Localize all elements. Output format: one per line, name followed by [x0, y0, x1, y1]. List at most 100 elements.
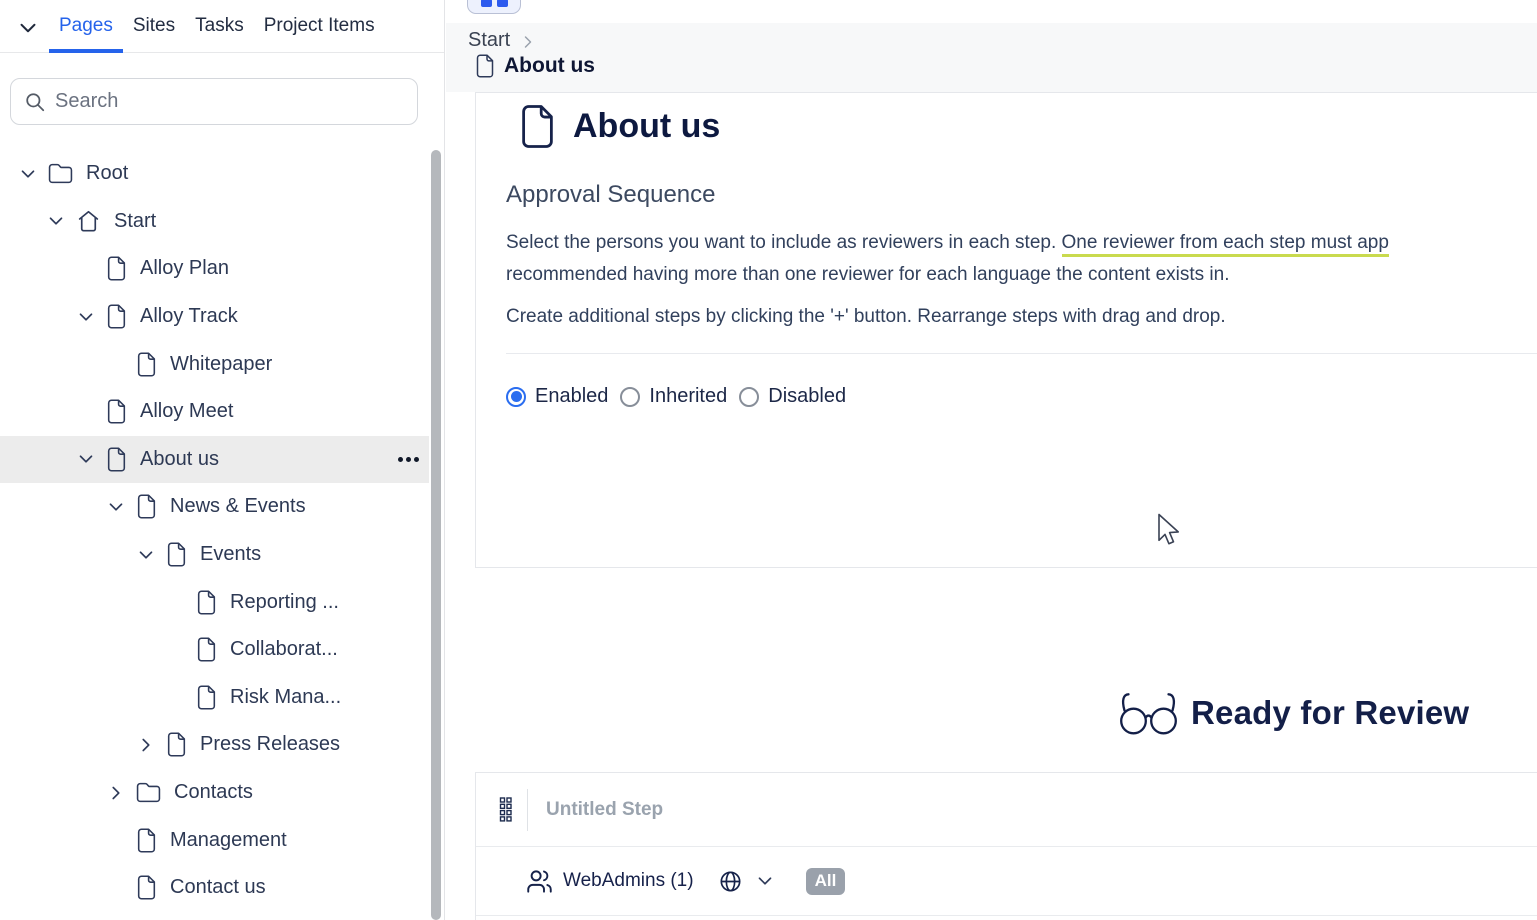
- description-highlighted-text: One reviewer from each step must app: [1062, 232, 1389, 257]
- tab-sites-label: Sites: [133, 15, 175, 37]
- tree-item-alloy-meet[interactable]: Alloy Meet: [0, 388, 429, 436]
- chevron-down-icon[interactable]: [74, 448, 98, 470]
- approval-mode-radio-group: Enabled Inherited Disabled: [506, 385, 846, 408]
- tree-item-label: Start: [114, 210, 156, 233]
- tree-item-events[interactable]: Events: [0, 531, 429, 579]
- tree-item-label: Root: [86, 162, 128, 185]
- chevron-down-icon[interactable]: [16, 163, 40, 185]
- divider: [506, 353, 1537, 354]
- page-icon: [166, 732, 187, 757]
- chevron-down-icon[interactable]: [44, 210, 68, 232]
- page-icon: [196, 637, 217, 662]
- chevron-down-icon[interactable]: [104, 496, 128, 518]
- page-icon: [106, 399, 127, 424]
- radio-disabled-label: Disabled: [768, 385, 846, 408]
- page-icon: [136, 352, 157, 377]
- tree-item-root[interactable]: Root: [0, 150, 429, 198]
- tab-project-items-label: Project Items: [264, 15, 375, 37]
- tree-item-whitepaper[interactable]: Whitepaper: [0, 340, 429, 388]
- breadcrumb-parent[interactable]: Start: [468, 29, 510, 52]
- breadcrumb-chevron-right-icon: [518, 32, 538, 52]
- radio-enabled[interactable]: [506, 387, 526, 407]
- tree-item-contact-us[interactable]: Contact us: [0, 864, 429, 912]
- breadcrumb-band: [446, 23, 1537, 92]
- tab-project-items[interactable]: Project Items: [254, 0, 385, 53]
- search-input[interactable]: [11, 79, 417, 124]
- language-badge: All: [806, 868, 846, 895]
- status-heading: Ready for Review: [1191, 694, 1469, 732]
- tab-tasks[interactable]: Tasks: [185, 0, 254, 53]
- page-icon: [106, 256, 127, 281]
- approval-step-card: WebAdmins (1) All: [475, 772, 1537, 920]
- tree-item-collaborate[interactable]: Collaborat...: [0, 626, 429, 674]
- description-text: Select the persons you want to include a…: [506, 232, 1062, 253]
- tree-item-reporting[interactable]: Reporting ...: [0, 578, 429, 626]
- tree-item-news-events[interactable]: News & Events: [0, 483, 429, 531]
- tab-pages-label: Pages: [59, 15, 113, 37]
- tree-item-risk-management[interactable]: Risk Mana...: [0, 674, 429, 722]
- tree-item-press-releases[interactable]: Press Releases: [0, 721, 429, 769]
- home-icon: [76, 209, 101, 233]
- folder-icon: [136, 782, 161, 803]
- description-line-2: recommended having more than one reviewe…: [506, 259, 1537, 291]
- page-tree-sidebar: Pages Sites Tasks Project Items Root Sta…: [0, 0, 445, 920]
- tree-item-start[interactable]: Start: [0, 198, 429, 246]
- tree-item-label: Whitepaper: [170, 353, 272, 376]
- description-line-1: Select the persons you want to include a…: [506, 227, 1537, 259]
- tree-item-label: News & Events: [170, 495, 306, 518]
- tree-item-alloy-track[interactable]: Alloy Track: [0, 293, 429, 341]
- row-options-ellipsis-icon[interactable]: [398, 457, 403, 462]
- language-dropdown-chevron-icon[interactable]: [754, 870, 776, 892]
- page-icon: [106, 304, 127, 329]
- sidebar-scrollbar-thumb[interactable]: [431, 150, 441, 920]
- drag-handle-icon[interactable]: [499, 797, 512, 822]
- status-heading-block: Ready for Review: [1118, 688, 1469, 738]
- page-icon: [196, 685, 217, 710]
- section-heading: Approval Sequence: [506, 181, 715, 209]
- globe-icon[interactable]: [718, 869, 743, 894]
- tree-item-label: Management: [170, 829, 287, 852]
- page-icon: [196, 590, 217, 615]
- tree-item-label: Alloy Plan: [140, 257, 229, 280]
- sidebar-tab-bar: Pages Sites Tasks Project Items: [0, 0, 444, 53]
- radio-disabled[interactable]: [739, 387, 759, 407]
- app-window: Pages Sites Tasks Project Items Root Sta…: [0, 0, 1537, 920]
- chevron-right-icon[interactable]: [134, 734, 158, 756]
- page-icon: [106, 447, 127, 472]
- reviewer-group-name: WebAdmins (1): [563, 870, 694, 892]
- tree-item-label: Alloy Meet: [140, 400, 233, 423]
- chevron-right-icon[interactable]: [104, 782, 128, 804]
- collapse-panel-chevron-icon[interactable]: [15, 15, 41, 41]
- tree-item-label: About us: [140, 448, 219, 471]
- step-name-input[interactable]: [546, 799, 946, 821]
- radio-inherited-label: Inherited: [649, 385, 727, 408]
- tab-pages[interactable]: Pages: [49, 0, 123, 53]
- tree-item-label: Events: [200, 543, 261, 566]
- tab-tasks-label: Tasks: [195, 15, 244, 37]
- breadcrumb-current-label: About us: [504, 54, 595, 78]
- step-reviewer-row: WebAdmins (1) All: [476, 846, 1537, 916]
- chevron-down-icon[interactable]: [74, 306, 98, 328]
- tree-item-label: Reporting ...: [230, 591, 339, 614]
- tree-item-contacts[interactable]: Contacts: [0, 769, 429, 817]
- users-icon: [526, 868, 553, 895]
- main-pane: Start About us About us Approval Sequenc…: [446, 0, 1537, 920]
- page-icon: [136, 494, 157, 519]
- folder-icon: [48, 163, 73, 184]
- radio-option-inherited: Inherited: [620, 385, 727, 408]
- toggle-panel-button[interactable]: [467, 0, 521, 14]
- page-tree: Root Start Alloy Plan Alloy Track Whitep…: [0, 150, 429, 912]
- tree-item-label: Alloy Track: [140, 305, 238, 328]
- tree-item-alloy-plan[interactable]: Alloy Plan: [0, 245, 429, 293]
- panel-toggle-icon: [481, 0, 492, 7]
- tree-item-label: Press Releases: [200, 733, 340, 756]
- search-box: [10, 78, 418, 125]
- tree-item-about-us[interactable]: About us: [0, 436, 429, 484]
- approval-sequence-card: About us Approval Sequence Select the pe…: [475, 92, 1537, 568]
- step-header-row: [476, 773, 1537, 846]
- tab-sites[interactable]: Sites: [123, 0, 185, 53]
- page-icon: [136, 875, 157, 900]
- radio-inherited[interactable]: [620, 387, 640, 407]
- tree-item-management[interactable]: Management: [0, 816, 429, 864]
- chevron-down-icon[interactable]: [134, 544, 158, 566]
